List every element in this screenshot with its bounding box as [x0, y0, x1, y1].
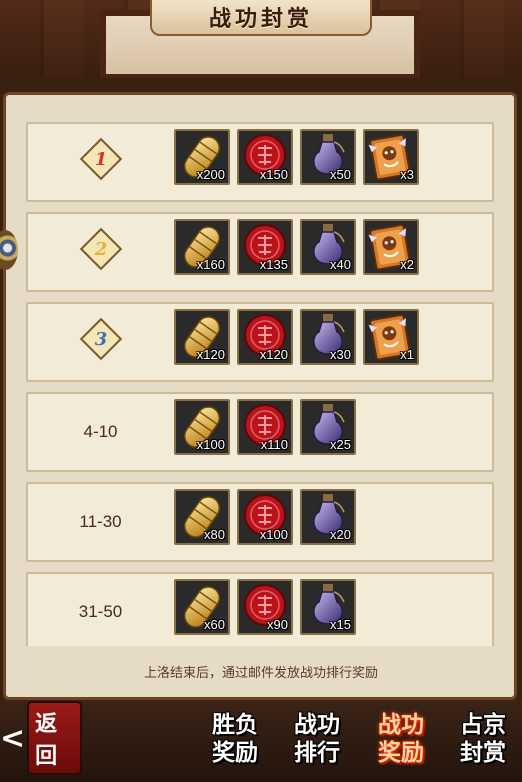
item-count: x2: [400, 257, 414, 272]
item-count: x3: [400, 167, 414, 182]
reward-item[interactable]: x100: [174, 399, 230, 455]
reward-item[interactable]: x50: [300, 129, 356, 185]
tab-label: 占京 封赏: [460, 711, 506, 766]
reward-item[interactable]: x30: [300, 309, 356, 365]
item-count: x15: [330, 617, 351, 632]
reward-row: 3 x120 x120 x30 x1: [26, 302, 494, 382]
item-count: x30: [330, 347, 351, 362]
item-count: x90: [267, 617, 288, 632]
item-count: x25: [330, 437, 351, 452]
reward-item[interactable]: x135: [237, 219, 293, 275]
item-count: x1: [400, 347, 414, 362]
reward-row: 4-10 x100 x110 x25: [26, 392, 494, 472]
item-count: x135: [259, 257, 288, 272]
tab-label: 战功 排行: [294, 711, 340, 766]
rank-number: 3: [94, 328, 108, 350]
reward-item[interactable]: x200: [174, 129, 230, 185]
item-count: x110: [260, 437, 288, 452]
reward-item[interactable]: x120: [237, 309, 293, 365]
item-count: x120: [196, 347, 225, 362]
reward-item[interactable]: x20: [300, 489, 356, 545]
item-count: x160: [196, 257, 225, 272]
reward-item[interactable]: x15: [300, 579, 356, 635]
reward-item[interactable]: x160: [174, 219, 230, 275]
reward-item[interactable]: x60: [174, 579, 230, 635]
item-count: x120: [259, 347, 288, 362]
reward-item[interactable]: x110: [237, 399, 293, 455]
reward-item[interactable]: x80: [174, 489, 230, 545]
reward-item[interactable]: x100: [237, 489, 293, 545]
item-count: x80: [204, 527, 225, 542]
reward-item[interactable]: x25: [300, 399, 356, 455]
rank-number: 2: [94, 238, 108, 260]
item-count: x20: [330, 527, 351, 542]
reward-row: 31-50 x60 x90 x15: [26, 572, 494, 646]
tab-merit-ranking[interactable]: 战功 排行: [286, 708, 348, 770]
item-count: x100: [259, 527, 288, 542]
reward-item[interactable]: x120: [174, 309, 230, 365]
page-title: 战功封赏: [150, 0, 372, 36]
rank-range: 4-10: [83, 422, 118, 441]
back-button-label: 返回: [29, 703, 80, 773]
rank-range: 31-50: [78, 602, 123, 621]
rank-number: 1: [94, 148, 108, 170]
tab-win-loss-reward[interactable]: 胜负 奖励: [204, 708, 266, 770]
reward-item[interactable]: x2: [363, 219, 419, 275]
item-count: x60: [204, 617, 225, 632]
tab-label: 胜负 奖励: [212, 711, 258, 766]
chevron-left-icon: <: [0, 720, 26, 756]
reward-list[interactable]: 1 x200 x150 x50 x3 2 x160 x135 x40 x2 3 x120 x120 x30…: [26, 122, 494, 646]
rank-range: 11-30: [79, 512, 122, 531]
item-count: x50: [330, 167, 351, 182]
item-count: x150: [259, 167, 288, 182]
reward-row: 2 x160 x135 x40 x2: [26, 212, 494, 292]
item-count: x40: [330, 257, 351, 272]
reward-note: 上洛结束后，通过邮件发放战功排行奖励: [143, 666, 378, 681]
tab-capital-reward[interactable]: 占京 封赏: [452, 708, 514, 770]
item-count: x200: [196, 167, 225, 182]
reward-item[interactable]: x3: [363, 129, 419, 185]
back-button[interactable]: < 返回: [0, 703, 80, 773]
reward-item[interactable]: x150: [237, 129, 293, 185]
reward-item[interactable]: x40: [300, 219, 356, 275]
reward-row: 1 x200 x150 x50 x3: [26, 122, 494, 202]
tab-label: 战功 奖励: [378, 711, 424, 766]
item-count: x100: [196, 437, 225, 452]
tab-merit-reward[interactable]: 战功 奖励: [370, 708, 432, 770]
reward-row: 11-30 x80 x100 x20: [26, 482, 494, 562]
reward-item[interactable]: x90: [237, 579, 293, 635]
reward-item[interactable]: x1: [363, 309, 419, 365]
